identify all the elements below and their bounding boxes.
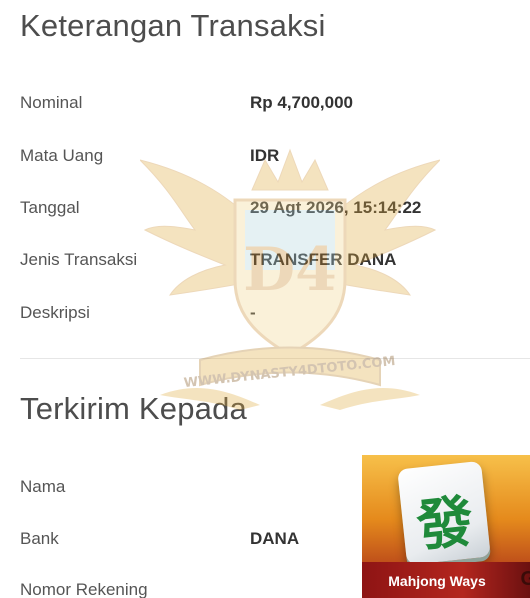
transaction-detail-page: Keterangan Transaksi Nominal Rp 4,700,00…	[0, 0, 530, 598]
transaction-type-value: TRANSFER DANA	[250, 250, 397, 269]
date-label: Tanggal	[20, 198, 80, 217]
recipient-title: Terkirim Kepada	[20, 391, 247, 426]
watermark-monogram: D4	[243, 235, 337, 305]
section-divider	[20, 358, 530, 359]
nominal-label: Nominal	[20, 93, 83, 112]
bank-label: Bank	[20, 529, 59, 548]
game-title: Mahjong Ways	[388, 573, 486, 589]
nominal-value: Rp 4,700,000	[250, 93, 354, 112]
description-label: Deskripsi	[20, 303, 90, 322]
watermark-url: WWW.DYNASTY4DTOTO.COM	[183, 354, 396, 391]
currency-label: Mata Uang	[20, 146, 104, 165]
mahjong-tile-icon: 發	[397, 460, 491, 566]
date-value: 29 Agt 2026, 15:14:22	[250, 198, 422, 217]
watermark-logo: D4 WWW.DYNASTY4DTOTO.COM	[140, 148, 440, 410]
description-value: -	[250, 303, 256, 322]
game-edge-text: G	[520, 568, 530, 590]
transaction-details-title: Keterangan Transaksi	[20, 8, 326, 43]
recipient-name-label: Nama	[20, 477, 66, 496]
account-number-label: Nomor Rekening	[20, 580, 148, 598]
currency-value: IDR	[250, 146, 280, 165]
mahjong-ways-game-thumbnail[interactable]: 發 Mahjong Ways G	[362, 455, 530, 598]
bank-value: DANA	[250, 529, 300, 548]
mahjong-tile-glyph: 發	[413, 489, 477, 560]
transaction-type-label: Jenis Transaksi	[20, 250, 138, 269]
